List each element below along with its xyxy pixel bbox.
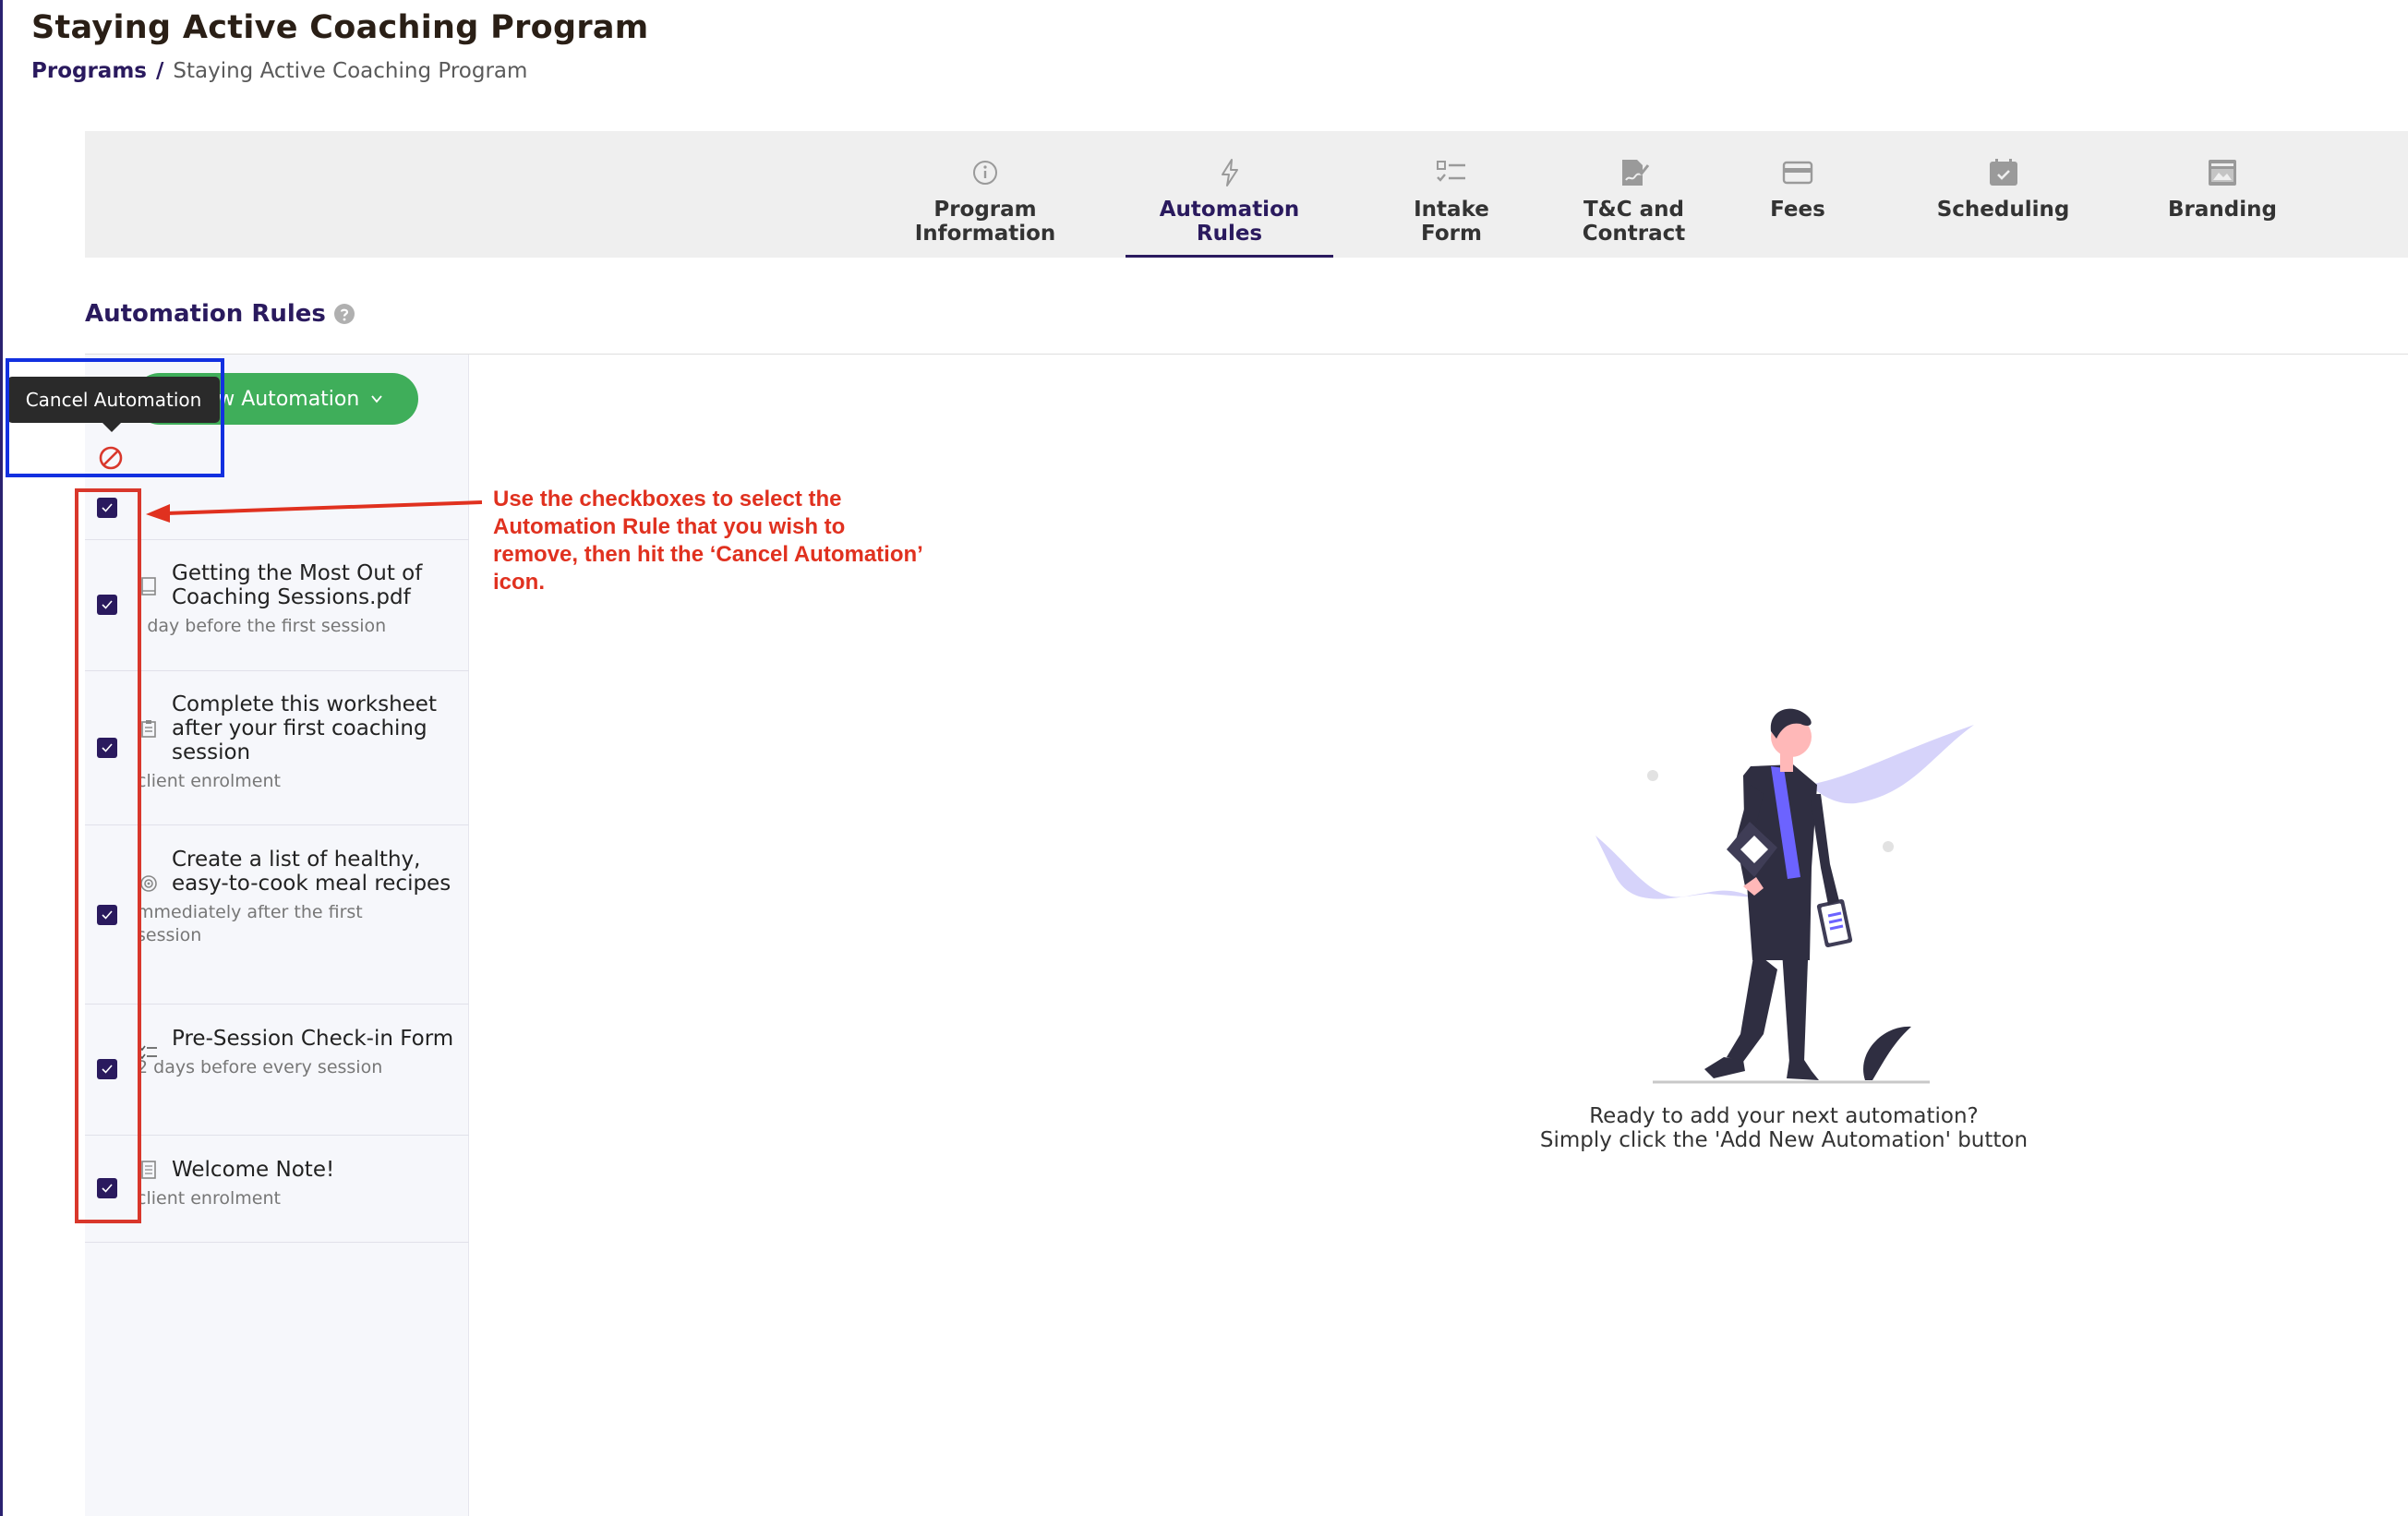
lightning-icon (1211, 157, 1248, 188)
clipboard-icon (141, 720, 156, 738)
tab-intake-form[interactable]: Intake Form (1387, 131, 1516, 258)
rule-title: Pre-Session Check-in Form (172, 1027, 454, 1051)
target-icon (140, 875, 157, 892)
credit-card-icon (1779, 157, 1816, 188)
highlight-box-checkboxes (75, 488, 141, 1223)
tab-label: Fees (1770, 198, 1825, 222)
section-title-text: Automation Rules (85, 300, 326, 328)
automation-rule-item[interactable]: Pre-Session Check-in Form 2 days before … (137, 1027, 469, 1079)
rule-trigger: mmediately after the first session (137, 902, 363, 945)
list-divider (85, 539, 469, 540)
tab-tc-and-contract[interactable]: T&C and Contract (1562, 131, 1705, 258)
list-divider (85, 824, 469, 825)
tab-fees[interactable]: Fees (1747, 131, 1848, 258)
section-title: Automation Rules (85, 300, 355, 328)
annotation-text: Use the checkboxes to select the Automat… (493, 487, 922, 595)
rule-title: Create a list of healthy, easy-to-cook m… (172, 848, 452, 896)
calendar-check-icon (1985, 157, 2022, 188)
page-title: Staying Active Coaching Program (31, 9, 649, 46)
empty-state-message: Ready to add your next automation? Simpl… (1477, 1104, 2090, 1152)
branding-window-icon (2204, 157, 2241, 188)
walking-person-illustration (1595, 708, 1974, 1084)
rule-trigger: client enrolment (137, 771, 281, 791)
breadcrumb: Programs / Staying Active Coaching Program (31, 59, 527, 83)
rule-trigger: 2 days before every session (137, 1057, 383, 1077)
tab-label: Intake Form (1414, 198, 1489, 246)
info-circle-icon (967, 157, 1004, 188)
automation-rule-item[interactable]: Getting the Most Out of Coaching Session… (137, 561, 469, 638)
empty-state-line-2: Simply click the 'Add New Automation' bu… (1539, 1128, 2029, 1152)
tab-automation-rules[interactable]: Automation Rules (1126, 131, 1333, 258)
breadcrumb-current: Staying Active Coaching Program (173, 59, 528, 83)
tab-branding[interactable]: Branding (2144, 131, 2301, 258)
breadcrumb-separator: / (155, 59, 164, 83)
automation-rule-item[interactable]: Complete this worksheet after your first… (137, 692, 469, 793)
empty-state-line-1: Ready to add your next automation? (1589, 1104, 1979, 1128)
list-divider (85, 670, 469, 671)
tab-label: Branding (2168, 198, 2277, 222)
list-divider (85, 1242, 469, 1243)
rule-title: Getting the Most Out of Coaching Session… (172, 561, 423, 609)
add-new-automation-label: ew Automation (205, 387, 360, 411)
automation-rule-item[interactable]: Create a list of healthy, easy-to-cook m… (137, 848, 469, 947)
signed-document-icon (1616, 157, 1653, 188)
rule-trigger: client enrolment (137, 1188, 281, 1209)
tab-program-information[interactable]: Program Information (907, 131, 1064, 258)
rule-trigger: l day before the first session (137, 616, 387, 636)
annotation-arrow-icon (146, 500, 483, 523)
help-icon[interactable] (333, 303, 355, 325)
tab-label: Scheduling (1936, 198, 2070, 222)
automation-rule-item[interactable]: Welcome Note! client enrolment (137, 1158, 469, 1210)
tab-label: Automation Rules (1159, 198, 1300, 246)
tab-scheduling[interactable]: Scheduling (1913, 131, 2093, 258)
tab-label: T&C and Contract (1582, 198, 1686, 246)
document-icon (141, 577, 156, 596)
checklist-icon (139, 1045, 157, 1060)
chevron-down-icon (371, 395, 383, 403)
list-divider (85, 1004, 469, 1005)
rule-title: Complete this worksheet after your first… (172, 692, 437, 764)
program-tab-bar: Program Information Automation Rules Int… (85, 131, 2408, 258)
window-left-edge (0, 0, 3, 1516)
highlight-box-cancel-automation (6, 358, 224, 477)
checklist-icon (1433, 157, 1470, 188)
rule-title: Welcome Note! (172, 1158, 335, 1182)
list-divider (85, 1135, 469, 1136)
tab-label: Program Information (914, 198, 1056, 246)
note-icon (141, 1161, 156, 1179)
active-tab-underline (1126, 255, 1333, 258)
breadcrumb-programs-link[interactable]: Programs (31, 59, 147, 83)
